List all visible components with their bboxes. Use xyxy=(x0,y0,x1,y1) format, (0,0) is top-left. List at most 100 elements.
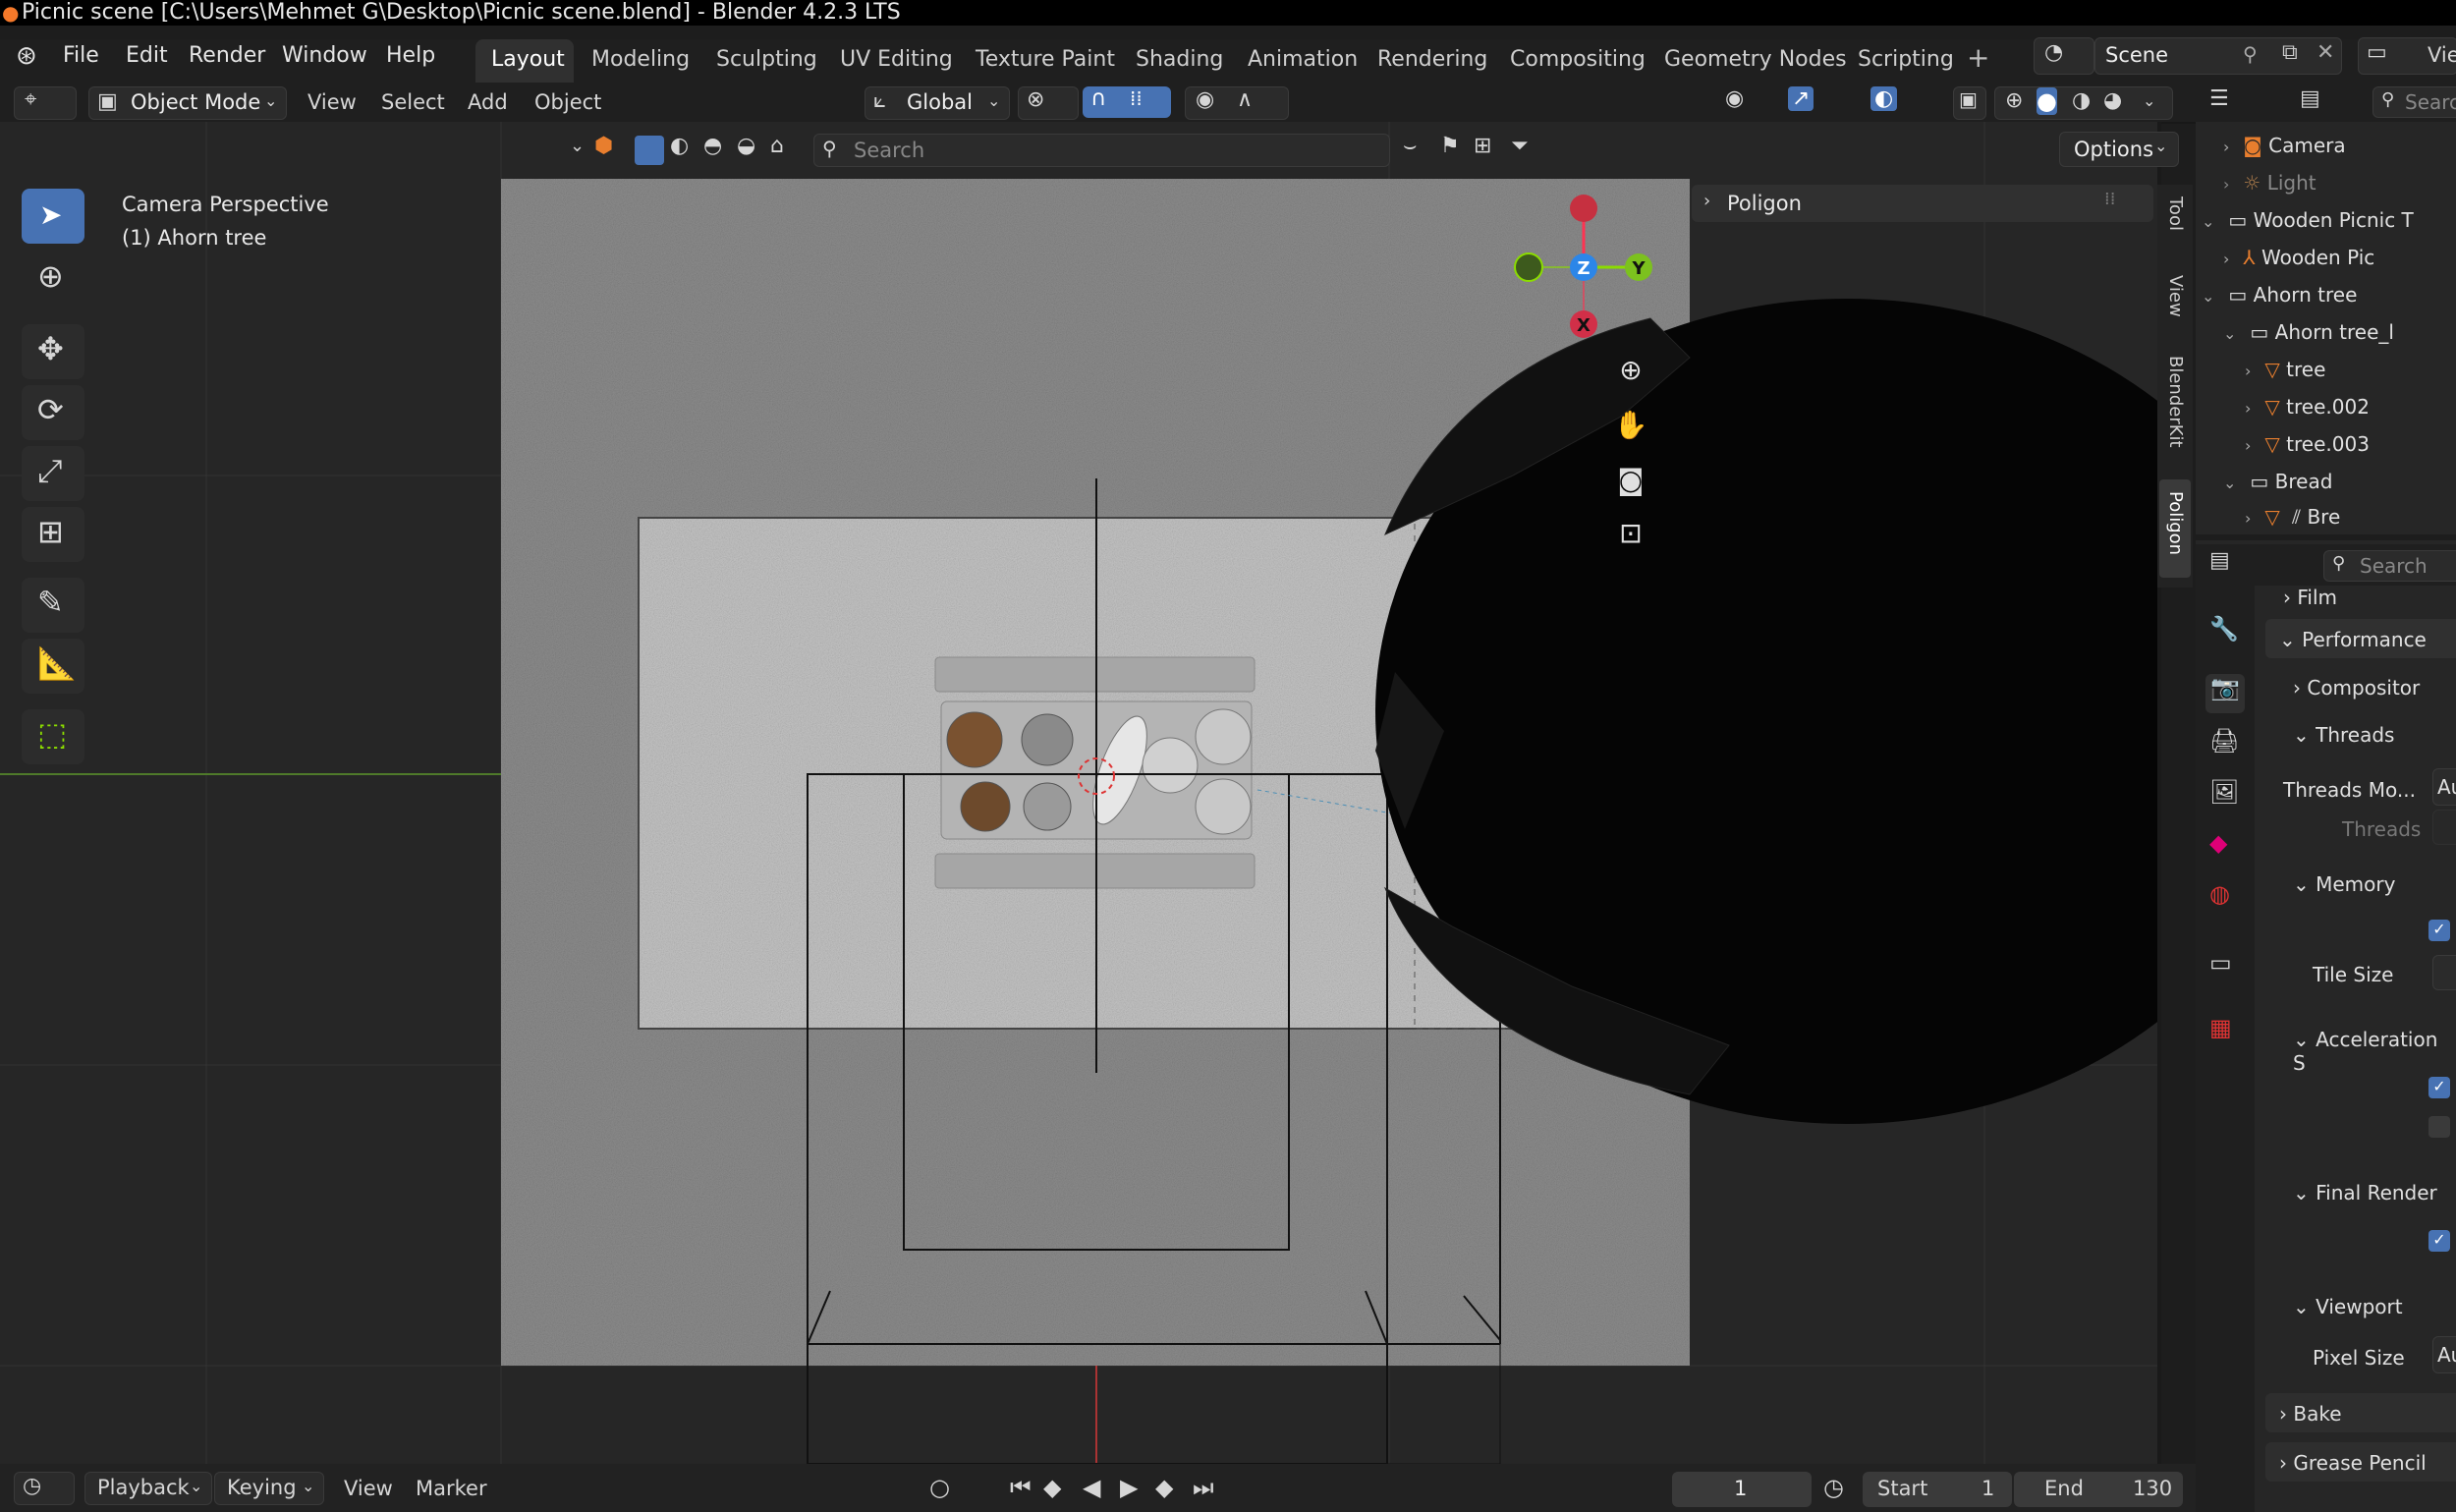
zoom-icon[interactable]: ⊕ xyxy=(1619,354,1642,386)
new-scene-icon[interactable]: ⧉ xyxy=(2282,40,2298,65)
tab-compositing[interactable]: Compositing xyxy=(1510,47,1646,72)
outliner-item-bre[interactable]: › ▽ ⫽ Bre xyxy=(2245,505,2340,529)
gizmo-neg-x-icon[interactable] xyxy=(1570,195,1597,222)
rendered-shading-icon[interactable]: ◕ xyxy=(2103,88,2122,113)
start-frame-field[interactable]: Start 1 xyxy=(1863,1472,2012,1507)
scene-tab-icon[interactable]: ◆ xyxy=(2209,829,2227,857)
outliner-item-light[interactable]: › ☼ Light xyxy=(2223,171,2316,195)
tool-tab-icon[interactable]: 🔧 xyxy=(2209,615,2239,643)
flower-plate-item[interactable] xyxy=(1195,778,1252,835)
memory-subpanel[interactable]: ⌄ Memory xyxy=(2293,872,2395,896)
outliner-item-tree-002[interactable]: › ▽ tree.002 xyxy=(2245,395,2370,419)
visibility-filter-icon[interactable]: ⌣ xyxy=(1403,134,1417,158)
scene-name-field[interactable]: Scene ⚲ ⧉ ✕ xyxy=(2094,37,2342,75)
tab-layout[interactable]: Layout xyxy=(491,47,565,72)
tab-scripting[interactable]: Scripting xyxy=(1858,47,1954,72)
sidebar-tab-poligon[interactable]: Poligon xyxy=(2165,491,2186,555)
visibility-button[interactable]: ◉ xyxy=(1721,86,1780,118)
viewport-subpanel[interactable]: ⌄ Viewport xyxy=(2293,1295,2403,1318)
world-tab-icon[interactable]: ◍ xyxy=(2209,880,2230,908)
tab-animation[interactable]: Animation xyxy=(1248,47,1358,72)
outliner-item-ahorn-tree-l[interactable]: ⌄ ▭ Ahorn tree_l xyxy=(2223,320,2394,344)
material-shading-icon[interactable]: ◑ xyxy=(2072,88,2091,113)
play-reverse-icon[interactable]: ◀ xyxy=(1083,1474,1100,1501)
display-mode-icon[interactable]: ▤ xyxy=(2300,86,2320,111)
threads-mode-dropdown[interactable]: Au xyxy=(2432,768,2456,806)
menu-help[interactable]: Help xyxy=(386,43,435,68)
current-frame-field[interactable]: 1 xyxy=(1672,1472,1812,1507)
rotate-tool[interactable]: ⟳ xyxy=(22,385,84,440)
grease-pencil-panel-header[interactable]: › Grease Pencil xyxy=(2265,1442,2456,1482)
collection-tab-icon[interactable]: ▭ xyxy=(2209,949,2232,977)
jump-start-icon[interactable]: ⏮ xyxy=(1010,1474,1032,1501)
chevron-down-icon[interactable]: ⌄ xyxy=(2143,91,2155,110)
prev-keyframe-icon[interactable]: ◆ xyxy=(1043,1474,1061,1501)
film-section-header[interactable]: › Film xyxy=(2283,586,2337,609)
outliner-item-camera[interactable]: › ◙ Camera xyxy=(2223,134,2346,157)
threads-subpanel[interactable]: ⌄ Threads xyxy=(2293,723,2394,747)
gizmo-neg-y-icon[interactable] xyxy=(1514,252,1543,282)
final-render-subpanel[interactable]: ⌄ Final Render xyxy=(2293,1181,2437,1204)
menu-file[interactable]: File xyxy=(63,43,99,68)
filter-mesh-icon[interactable]: ◐ xyxy=(670,134,689,158)
outliner-item-ahorn-tree[interactable]: ⌄ ▭ Ahorn tree xyxy=(2202,283,2357,307)
timeline-editor-type[interactable]: ◷ xyxy=(14,1472,75,1505)
select-box-tool[interactable]: ➤ xyxy=(22,189,84,244)
performance-panel-header[interactable]: ⌄ Performance xyxy=(2265,619,2456,658)
scale-tool[interactable]: ⤢ xyxy=(22,446,84,501)
final-render-checkbox[interactable]: ✓ xyxy=(2428,1230,2450,1252)
output-tab-icon[interactable]: 🖨 xyxy=(2209,727,2239,755)
foil-item[interactable] xyxy=(1021,713,1074,766)
transform-tool[interactable]: ⊞ xyxy=(22,507,84,562)
wireframe-shading-icon[interactable]: ⊕ xyxy=(2005,88,2023,113)
playback-menu[interactable]: Playback ⌄ xyxy=(84,1472,212,1505)
bun-item[interactable] xyxy=(960,781,1011,832)
tab-texture-paint[interactable]: Texture Paint xyxy=(976,47,1115,72)
pivot-point-button[interactable]: ⊗ xyxy=(1018,86,1079,120)
viewport-menu-view[interactable]: View xyxy=(307,90,357,114)
threads-count-field[interactable] xyxy=(2432,810,2456,845)
proportional-edit-button[interactable]: ◉ ∧ xyxy=(1185,86,1289,120)
scene-selector-button[interactable]: ◔ xyxy=(2034,37,2094,75)
outliner-editor-icon[interactable]: ☰ xyxy=(2209,86,2229,111)
menu-window[interactable]: Window xyxy=(282,43,367,68)
plate-item[interactable] xyxy=(1142,737,1199,794)
outliner-item-wooden-picnic-collection[interactable]: ⌄ ▭ Wooden Picnic T xyxy=(2202,208,2414,232)
outliner-search-input[interactable]: ⚲ Search xyxy=(2372,86,2456,118)
play-icon[interactable]: ▶ xyxy=(1120,1474,1138,1501)
transform-orientation-selector[interactable]: ⟀ Global ⌄ xyxy=(865,86,1010,120)
sidebar-tab-tool[interactable]: Tool xyxy=(2165,196,2186,231)
mode-selector[interactable]: ▣ Object Mode ⌄ xyxy=(88,86,287,120)
texture-tab-icon[interactable]: ▦ xyxy=(2209,1014,2232,1041)
autokey-record-icon[interactable]: ○ xyxy=(929,1474,950,1501)
blender-menu-icon[interactable]: ⊛ xyxy=(16,41,37,71)
sidebar-tab-view[interactable]: View xyxy=(2165,275,2186,317)
acceleration-checkbox-1[interactable]: ✓ xyxy=(2428,1077,2450,1098)
preview-range-icon[interactable]: ◷ xyxy=(1823,1474,1844,1501)
overlay-toggle[interactable]: ◐ xyxy=(1867,86,1931,118)
add-cube-tool[interactable]: ⬚ xyxy=(22,709,84,764)
outliner-item-tree-003[interactable]: › ▽ tree.003 xyxy=(2245,432,2370,456)
acceleration-checkbox-2[interactable] xyxy=(2428,1116,2450,1138)
outliner-item-bread[interactable]: ⌄ ▭ Bread xyxy=(2223,470,2332,493)
tile-size-field[interactable] xyxy=(2432,955,2456,990)
filter-world-icon[interactable]: ◒ xyxy=(737,134,755,158)
filter-color-icon[interactable]: ⬢ xyxy=(594,134,613,158)
pin-icon[interactable]: ⚲ xyxy=(2243,42,2258,66)
cup-item[interactable] xyxy=(1195,708,1252,765)
view-layer-tab-icon[interactable]: 🖼 xyxy=(2209,778,2239,806)
add-workspace-icon[interactable]: + xyxy=(1967,41,1989,74)
tab-rendering[interactable]: Rendering xyxy=(1377,47,1487,72)
end-frame-field[interactable]: End 130 xyxy=(2014,1472,2183,1507)
render-tab-icon[interactable]: 📷 xyxy=(2205,674,2245,713)
bowl-item[interactable] xyxy=(1023,782,1072,831)
bake-panel-header[interactable]: › Bake xyxy=(2265,1393,2456,1432)
shading-mode-buttons[interactable]: ⊕ ● ◑ ◕ ⌄ xyxy=(1994,86,2173,120)
tab-uv-editing[interactable]: UV Editing xyxy=(840,47,953,72)
properties-search-input[interactable]: ⚲ Search xyxy=(2323,550,2456,582)
timeline-view-menu[interactable]: View xyxy=(344,1477,393,1500)
properties-editor-icon[interactable]: ▤ xyxy=(2209,548,2230,573)
memory-checkbox[interactable]: ✓ xyxy=(2428,920,2450,941)
wooden-picnic-table[interactable] xyxy=(934,656,1256,889)
xray-toggle[interactable]: ▣ xyxy=(1953,86,1986,120)
